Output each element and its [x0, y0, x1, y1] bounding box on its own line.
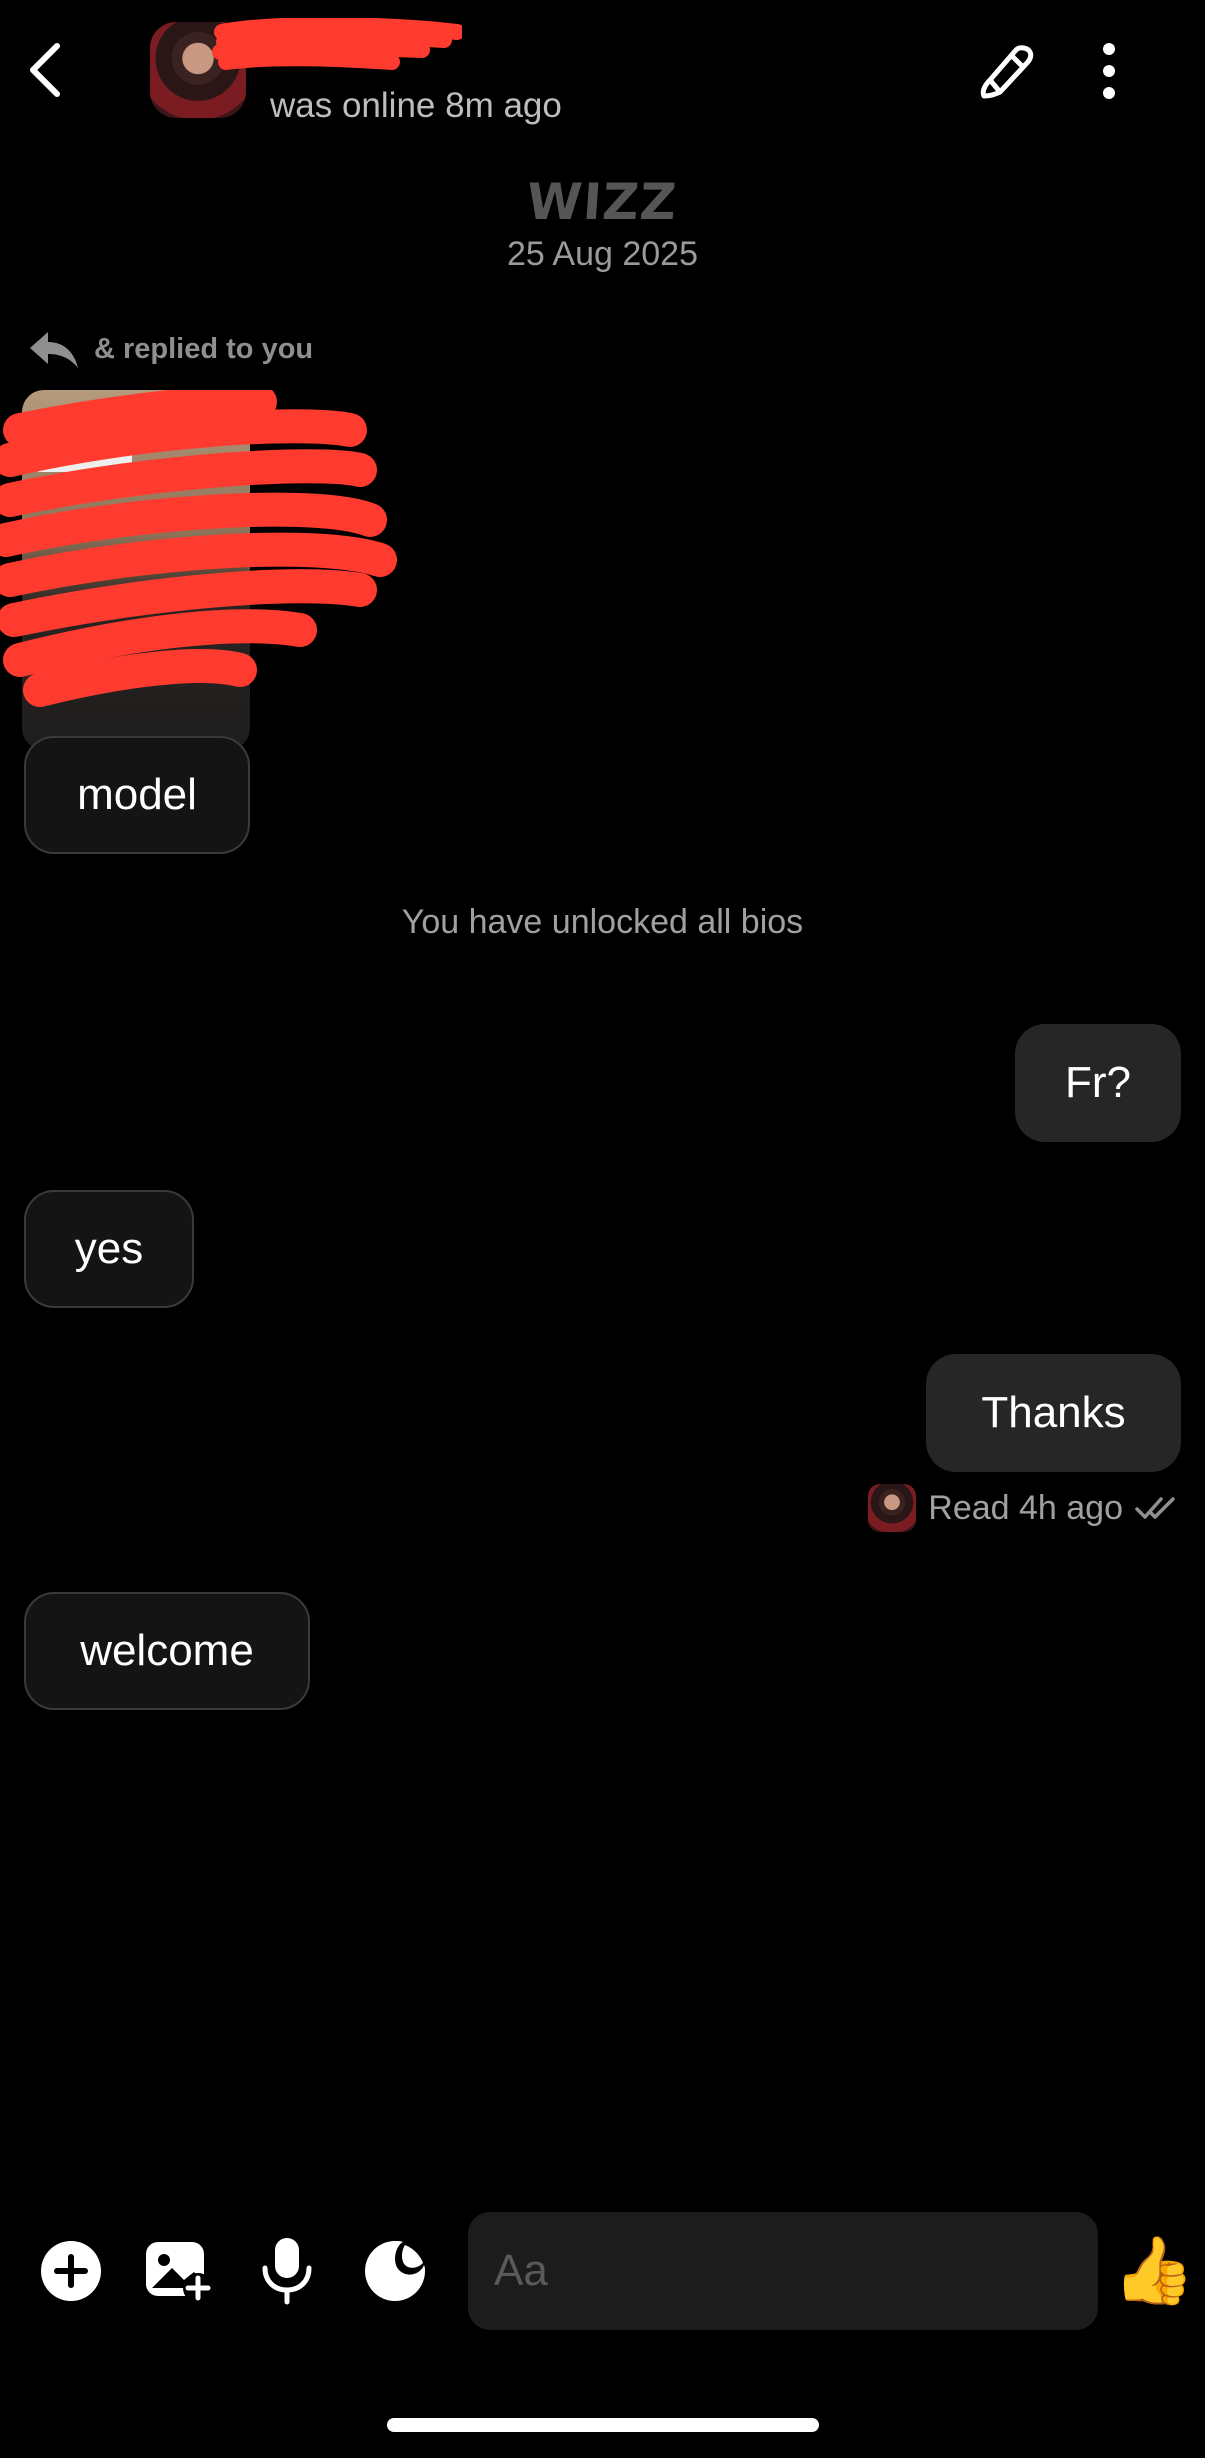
back-button[interactable]: [20, 38, 70, 102]
message-bubble-incoming[interactable]: yes: [24, 1190, 194, 1308]
read-receipt-text: Read 4h ago: [928, 1488, 1123, 1527]
plus-icon: [41, 2241, 101, 2301]
message-bubble-incoming[interactable]: model: [24, 736, 250, 854]
read-receipt: Read 4h ago: [868, 1484, 1179, 1532]
system-message: You have unlocked all bios: [401, 903, 804, 941]
chat-header: was online 8m ago: [0, 0, 1205, 150]
message-bubble-outgoing[interactable]: Fr?: [1015, 1024, 1181, 1142]
reader-avatar: [868, 1484, 917, 1532]
wizz-logo: WIZZ: [524, 173, 680, 231]
back-icon: [30, 43, 60, 97]
sticker-button[interactable]: [360, 2236, 430, 2306]
name-redaction: [212, 18, 462, 70]
edit-button[interactable]: [972, 36, 1042, 106]
reply-arrow-icon: [30, 332, 78, 368]
double-check-icon: [1135, 1497, 1175, 1519]
gallery-button[interactable]: [144, 2236, 214, 2306]
reply-label: & replied to you: [94, 332, 314, 365]
message-input[interactable]: [468, 2212, 1098, 2330]
message-bubble-outgoing[interactable]: Thanks: [926, 1354, 1181, 1472]
date-label: 25 Aug 2025: [507, 235, 698, 273]
add-photo-icon: [146, 2242, 213, 2303]
home-indicator[interactable]: [387, 2418, 819, 2432]
microphone-icon: [262, 2238, 312, 2305]
like-button[interactable]: 👍: [1112, 2228, 1196, 2312]
pencil-icon: [980, 45, 1034, 99]
online-status: was online 8m ago: [270, 86, 562, 125]
add-button[interactable]: [36, 2236, 106, 2306]
message-bubble-incoming[interactable]: welcome: [24, 1592, 310, 1710]
sticker-icon: [365, 2241, 425, 2301]
voice-button[interactable]: [252, 2236, 322, 2306]
more-vertical-icon: [1103, 43, 1115, 99]
story-redaction: [0, 390, 397, 707]
message-composer: 👍: [0, 2200, 1205, 2340]
more-options-button[interactable]: [1084, 36, 1134, 106]
reply-indicator: & replied to you: [26, 328, 313, 370]
